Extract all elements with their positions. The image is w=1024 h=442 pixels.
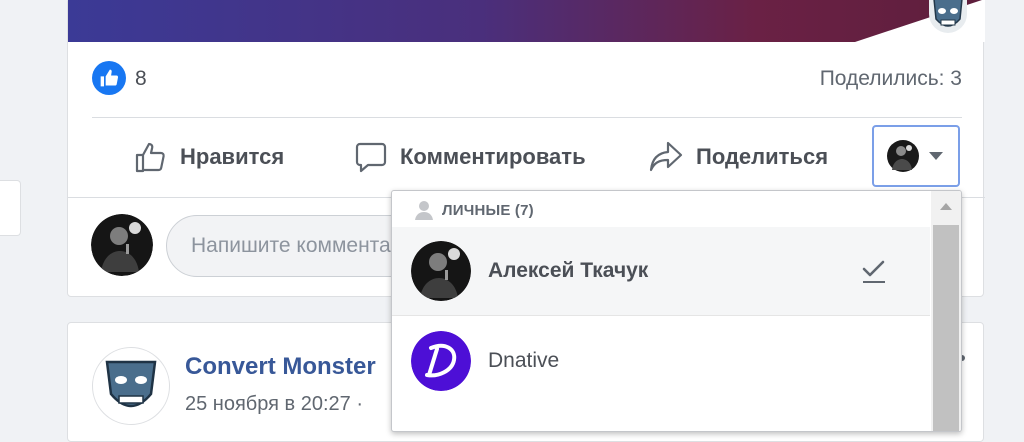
scrollbar[interactable] xyxy=(931,191,961,431)
avatar xyxy=(411,241,471,301)
avatar[interactable] xyxy=(91,214,153,276)
left-panel-edge xyxy=(0,180,21,236)
audience-dropdown: ЛИЧНЫЕ (7) Алексей Ткачук Dnative xyxy=(391,190,962,432)
comment-label: Комментировать xyxy=(400,144,586,169)
post-timestamp[interactable]: 25 ноября в 20:27 · xyxy=(185,393,363,416)
scrollbar-thumb[interactable] xyxy=(933,225,959,431)
section-header: ЛИЧНЫЕ (7) xyxy=(392,191,930,228)
like-badge-icon[interactable] xyxy=(92,61,126,95)
page-name[interactable]: Convert Monster xyxy=(185,353,376,381)
person-icon xyxy=(415,201,433,220)
menu-item-label: Dnative xyxy=(488,349,560,372)
divider xyxy=(392,315,930,316)
section-title: ЛИЧНЫЕ (7) xyxy=(442,202,534,219)
shares-count[interactable]: Поделились: 3 xyxy=(820,67,962,91)
checkmark-icon xyxy=(862,260,885,283)
share-label: Поделиться xyxy=(696,144,829,169)
thumbs-up-icon xyxy=(135,142,165,173)
menu-item-page-dnative[interactable]: Dnative xyxy=(392,317,930,405)
reactions-row: 8 Поделились: 3 xyxy=(92,61,962,95)
menu-item-label: Алексей Ткачук xyxy=(488,259,649,282)
convert-monster-logo-icon xyxy=(105,360,157,408)
share-button[interactable]: Поделиться xyxy=(648,135,828,179)
divider xyxy=(92,117,962,118)
comment-icon xyxy=(355,142,387,173)
scroll-up-icon[interactable] xyxy=(940,203,952,210)
share-icon xyxy=(649,141,683,172)
like-button[interactable]: Нравится xyxy=(134,135,284,179)
page-avatar[interactable] xyxy=(92,347,170,425)
post-image[interactable] xyxy=(68,0,985,42)
like-label: Нравится xyxy=(180,144,285,169)
menu-item-personal-profile[interactable]: Алексей Ткачук xyxy=(392,227,930,315)
avatar xyxy=(411,331,471,391)
caret-down-icon xyxy=(929,152,943,160)
comment-button[interactable]: Комментировать xyxy=(354,135,586,179)
like-count[interactable]: 8 xyxy=(135,67,147,91)
audience-selector-button[interactable] xyxy=(872,125,960,187)
avatar xyxy=(887,140,919,172)
